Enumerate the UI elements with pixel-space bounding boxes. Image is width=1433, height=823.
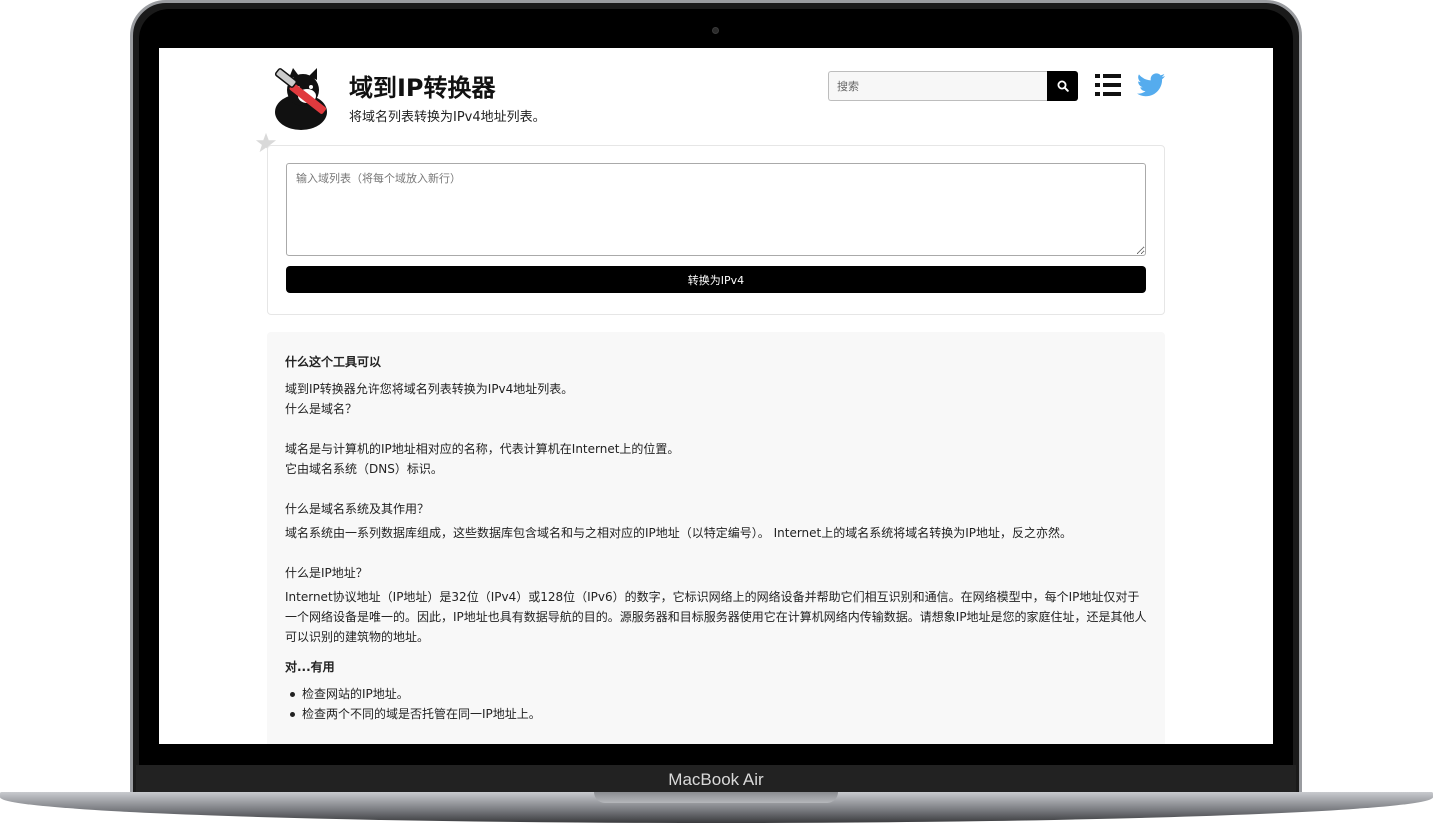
search-bar (828, 71, 1078, 101)
converter-card: 转换为IPv4 (267, 145, 1165, 315)
camera-icon (712, 27, 719, 34)
page-subtitle: 将域名列表转换为IPv4地址列表。 (349, 110, 546, 125)
dns-answer: 域名系统由一系列数据库组成，这些数据库包含域名和与之相对应的IP地址（以特定编号… (285, 526, 1073, 540)
what-heading: 什么这个工具可以 (285, 355, 382, 369)
domain-list-textarea[interactable] (286, 163, 1146, 256)
uses-list: 检查网站的IP地址。 检查两个不同的域是否托管在同一IP地址上。 (285, 684, 1147, 724)
device-model-label: MacBook Air (668, 770, 764, 789)
useful-heading: 对...有用 (285, 660, 335, 674)
convert-to-ipv4-button[interactable]: 转换为IPv4 (286, 266, 1146, 293)
search-input[interactable] (828, 71, 1047, 101)
list-item: 检查网站的IP地址。 (285, 684, 1147, 704)
page-title: 域到IP转换器 (349, 74, 496, 102)
intro-text: 域到IP转换器允许您将域名列表转换为IPv4地址列表。 (285, 382, 574, 396)
domain-answer-1: 域名是与计算机的IP地址相对应的名称，代表计算机在Internet上的位置。 (285, 442, 680, 456)
list-item: 检查两个不同的域是否托管在同一IP地址上。 (285, 704, 1147, 724)
search-icon (1057, 80, 1069, 92)
cat-mascot-logo-icon[interactable] (267, 68, 337, 130)
domain-question: 什么是域名？ (285, 402, 358, 416)
ip-question: 什么是IP地址？ (285, 566, 368, 580)
laptop-bottom-bezel: MacBook Air (136, 765, 1296, 795)
browser-viewport: 域到IP转换器 将域名列表转换为IPv4地址列表。 搜索 输入域列表（将每个域放… (159, 48, 1273, 744)
domain-answer-2: 它由域名系统（DNS）标识。 (285, 462, 443, 476)
info-panel: 什么这个工具可以 域到IP转换器允许您将域名列表转换为IPv4地址列表。 什么是… (267, 332, 1165, 744)
site-header: 域到IP转换器 将域名列表转换为IPv4地址列表。 (267, 48, 1165, 138)
laptop-opening-notch (594, 792, 838, 803)
search-button[interactable] (1047, 71, 1078, 101)
list-menu-icon[interactable] (1095, 73, 1121, 97)
ip-answer: Internet协议地址（IP地址）是32位（IPv4）或128位（IPv6）的… (285, 590, 1147, 644)
page-container: 域到IP转换器 将域名列表转换为IPv4地址列表。 搜索 输入域列表（将每个域放… (255, 48, 1165, 744)
dns-question: 什么是域名系统及其作用？ (285, 502, 430, 516)
twitter-icon[interactable] (1137, 72, 1165, 98)
